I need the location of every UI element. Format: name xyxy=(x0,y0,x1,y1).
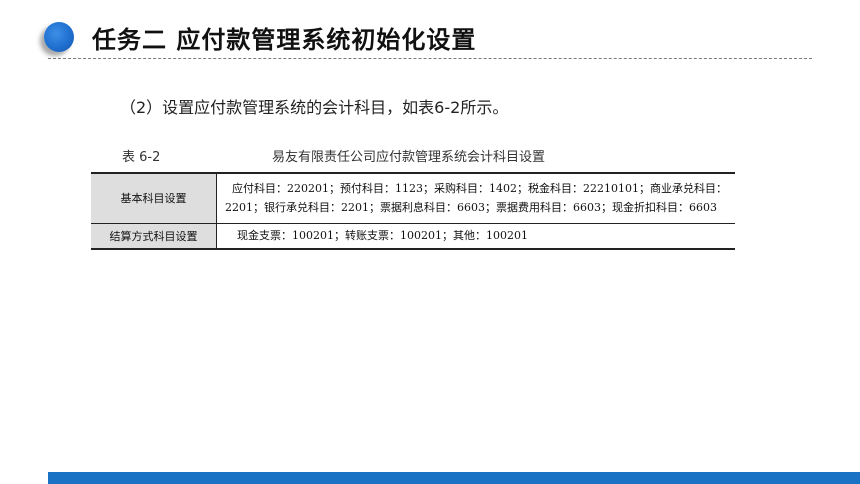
footer-bar xyxy=(48,472,860,484)
title-bullet-icon xyxy=(44,22,74,52)
table-title: 易友有限责任公司应付款管理系统会计科目设置 xyxy=(272,150,546,165)
row-label: 基本科目设置 xyxy=(91,173,217,223)
table-number: 表 6-2 xyxy=(122,150,161,165)
intro-paragraph: （2）设置应付款管理系统的会计科目，如表6-2所示。 xyxy=(120,98,509,117)
table-row: 结算方式科目设置 现金支票：100201；转账支票：100201；其他：1002… xyxy=(91,222,735,249)
row-value: 应付科目：220201；预付科目：1123；采购科目：1402；税金科目：222… xyxy=(217,173,736,223)
row-value: 现金支票：100201；转账支票：100201；其他：100201 xyxy=(216,222,735,249)
account-settings-table: 基本科目设置 应付科目：220201；预付科目：1123；采购科目：1402；税… xyxy=(91,172,735,250)
table-row: 基本科目设置 应付科目：220201；预付科目：1123；采购科目：1402；税… xyxy=(91,173,735,223)
row-value-line: 2201；银行承兑科目：2201；票据利息科目：6603；票据费用科目：6603… xyxy=(225,201,717,215)
title-divider xyxy=(48,58,812,59)
row-value-line: 现金支票：100201；转账支票：100201；其他：100201 xyxy=(237,229,528,243)
row-label: 结算方式科目设置 xyxy=(91,222,217,249)
row-value-line: 应付科目：220201；预付科目：1123；采购科目：1402；税金科目：222… xyxy=(232,182,727,196)
page-title: 任务二 应付款管理系统初始化设置 xyxy=(92,26,477,54)
